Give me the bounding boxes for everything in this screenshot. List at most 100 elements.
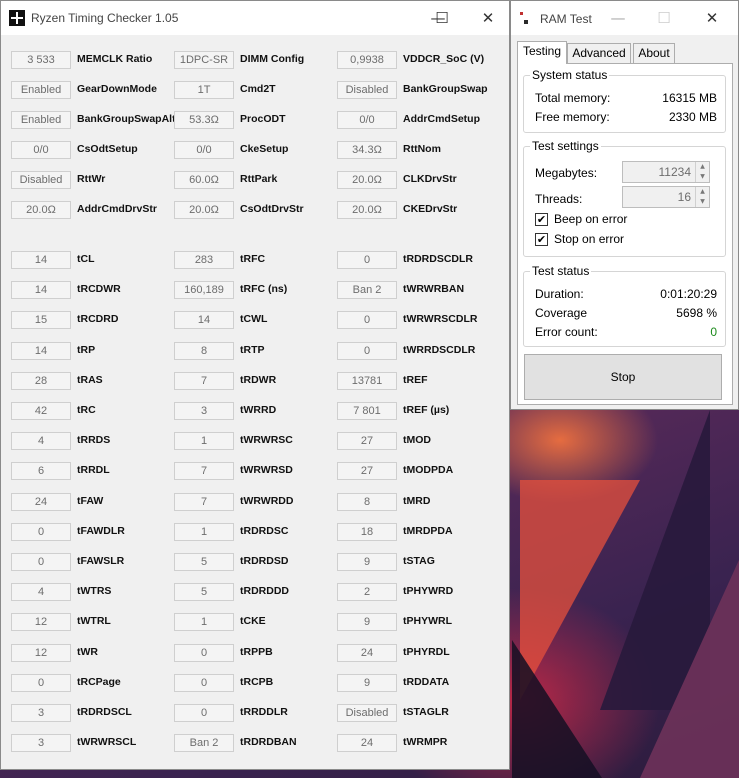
timing-label: tRDRDSCDLR [403, 253, 473, 265]
timing-value-field: 12 [11, 613, 71, 631]
timing-row: Enabled GearDownMode 1T Cmd2T Disabled BankGr… [1, 81, 509, 101]
rtc-window-title: Ryzen Timing Checker 1.05 [31, 11, 179, 25]
timing-label: tRTP [240, 344, 265, 356]
timing-row: 24 tFAW 7 tWRWRDD 8 tMRD [1, 493, 509, 513]
timing-label: tCKE [240, 615, 266, 627]
timing-value-field: 0/0 [174, 141, 234, 159]
timing-value-field: 2 [337, 583, 397, 601]
timing-value-field: 24 [337, 644, 397, 662]
timing-label: tRFC (ns) [240, 283, 288, 295]
maximize-button[interactable]: ☐ [641, 1, 687, 35]
timing-value-field: 28 [11, 372, 71, 390]
timing-label: Cmd2T [240, 83, 276, 95]
close-button[interactable]: ✕ [689, 1, 735, 35]
tab-about[interactable]: About [633, 43, 675, 63]
timing-value-field: 60.0Ω [174, 171, 234, 189]
timing-label: tPHYRDL [403, 646, 450, 658]
timing-value-field: 1 [174, 432, 234, 450]
stop-button[interactable]: Stop [524, 354, 722, 400]
timing-label: tFAWSLR [77, 555, 125, 567]
timing-label: VDDCR_SoC (V) [403, 53, 485, 65]
tab-advanced[interactable]: Advanced [567, 43, 631, 63]
timing-row: 0/0 CsOdtSetup 0/0 CkeSetup 34.3Ω RttNom [1, 141, 509, 161]
free-memory-value: 2330 MB [668, 110, 717, 124]
spinner-arrows-icon[interactable]: ▲ ▼ [695, 162, 709, 182]
timing-row: 3 tRDRDSCL 0 tRRDDLR Disabled tSTAGLR [1, 704, 509, 724]
system-status-group: System status Total memory: 16315 MB Fre… [523, 68, 726, 133]
timing-label: DIMM Config [240, 53, 305, 65]
tab-testing[interactable]: Testing [517, 41, 567, 64]
timing-label: tWRWRBAN [403, 283, 465, 295]
timing-label: tWRWRSD [240, 464, 293, 476]
timing-value-field: 1DPC-SR [174, 51, 234, 69]
timing-row: 4 tRRDS 1 tWRWRSC 27 tMOD [1, 432, 509, 452]
timing-value-field: 15 [11, 311, 71, 329]
timing-row: 14 tRCDWR 160,189 tRFC (ns) Ban 2 tWRWRBAN [1, 281, 509, 301]
timing-row: 4 tWTRS 5 tRDRDDD 2 tPHYWRD [1, 583, 509, 603]
timing-row: 12 tWR 0 tRPPB 24 tPHYRDL [1, 644, 509, 664]
stop-on-error-checkbox[interactable]: ✔ [535, 233, 548, 246]
timing-value-field: 0 [174, 674, 234, 692]
stop-on-error-label[interactable]: Stop on error [554, 232, 624, 246]
close-button[interactable]: ✕ [465, 1, 511, 35]
coverage-value: 5698 % [676, 306, 717, 320]
ramtest-app-icon [519, 12, 531, 26]
ramtest-titlebar[interactable]: RAM Test — ☐ ✕ [511, 1, 738, 35]
timing-label: GearDownMode [77, 83, 157, 95]
timing-value-field: 7 [174, 372, 234, 390]
timing-value-field: 20.0Ω [11, 201, 71, 219]
megabytes-spinner[interactable]: 11234 ▲ ▼ [622, 161, 710, 183]
timing-value-field: 0,9938 [337, 51, 397, 69]
timing-label: CKEDrvStr [403, 203, 458, 215]
timing-value-field: 27 [337, 432, 397, 450]
megabytes-label: Megabytes: [535, 166, 598, 180]
beep-on-error-label[interactable]: Beep on error [554, 212, 627, 226]
timing-label: tWRWRSCDLR [403, 313, 478, 325]
timing-value-field: Disabled [11, 171, 71, 189]
timing-label: tRCPage [77, 676, 121, 688]
timing-label: tREF [403, 374, 428, 386]
timing-label: CsOdtDrvStr [240, 203, 304, 215]
timing-label: CkeSetup [240, 143, 289, 155]
timing-value-field: 3 [11, 734, 71, 752]
timing-label: RttPark [240, 173, 278, 185]
minimize-button[interactable]: — [595, 1, 641, 35]
timing-label: tRRDDLR [240, 706, 288, 718]
timing-value-field: 24 [337, 734, 397, 752]
error-count-value: 0 [710, 325, 717, 339]
timing-value-field: 160,189 [174, 281, 234, 299]
test-settings-group: Test settings Megabytes: 11234 ▲ ▼ Thread… [523, 139, 726, 257]
rtc-titlebar[interactable]: Ryzen Timing Checker 1.05 — ☐ ✕ [1, 1, 509, 35]
timing-label: tPHYWRL [403, 615, 452, 627]
timing-row: 0 tRCPage 0 tRCPB 9 tRDDATA [1, 674, 509, 694]
timing-value-field: Enabled [11, 111, 71, 129]
timing-label: tWTRL [77, 615, 111, 627]
spinner-arrows-icon[interactable]: ▲ ▼ [695, 187, 709, 207]
timing-label: tCL [77, 253, 95, 265]
group-title: Test settings [530, 139, 601, 153]
threads-label: Threads: [535, 192, 583, 206]
timing-value-field: Ban 2 [174, 734, 234, 752]
ramtest-window: RAM Test — ☐ ✕ Testing Advanced About Sy… [510, 0, 739, 410]
timing-row: 42 tRC 3 tWRRD 7 801 tREF (µs) [1, 402, 509, 422]
timing-value-field: 1 [174, 613, 234, 631]
ramtest-window-title: RAM Test [540, 12, 592, 26]
timing-value-field: 18 [337, 523, 397, 541]
timing-value-field: 20.0Ω [337, 201, 397, 219]
timing-value-field: 27 [337, 462, 397, 480]
maximize-button[interactable]: ☐ [419, 1, 465, 35]
timing-value-field: 0 [337, 342, 397, 360]
timing-row: 20.0Ω AddrCmdDrvStr 20.0Ω CsOdtDrvStr 20.0Ω C… [1, 201, 509, 221]
timing-label: tWTRS [77, 585, 112, 597]
timing-value-field: 3 533 [11, 51, 71, 69]
timing-label: tPHYWRD [403, 585, 454, 597]
timing-label: tFAWDLR [77, 525, 125, 537]
timing-value-field: 0 [174, 704, 234, 722]
threads-spinner[interactable]: 16 ▲ ▼ [622, 186, 710, 208]
timing-label: tRC [77, 404, 96, 416]
timing-label: CsOdtSetup [77, 143, 138, 155]
beep-on-error-checkbox[interactable]: ✔ [535, 213, 548, 226]
timing-value-field: 24 [11, 493, 71, 511]
timing-row: Enabled BankGroupSwapAlt 53.3Ω ProcODT 0/0 Ad… [1, 111, 509, 131]
timing-value-field: 0/0 [11, 141, 71, 159]
